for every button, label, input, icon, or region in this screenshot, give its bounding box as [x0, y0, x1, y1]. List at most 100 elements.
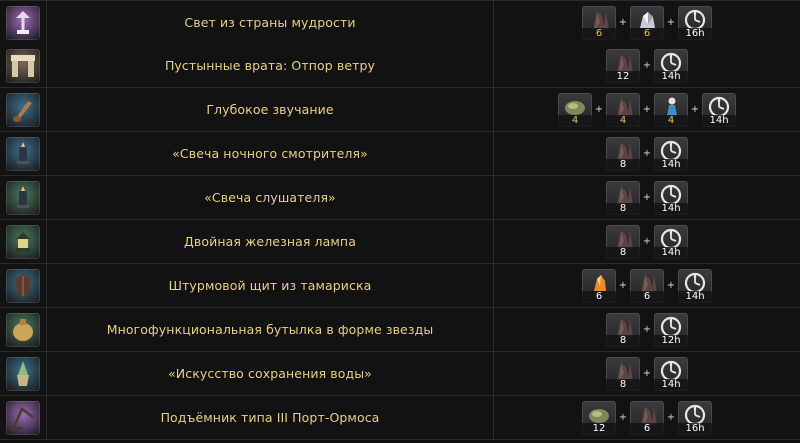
- material-quantity: 14h: [654, 246, 688, 259]
- material-slot[interactable]: 14h: [654, 48, 688, 83]
- shell-icon: [565, 100, 585, 115]
- material-slot[interactable]: 12: [606, 48, 640, 83]
- timer-icon: [684, 272, 706, 293]
- item-name: «Свеча ночного смотрителя»: [172, 146, 368, 161]
- ore-icon: [617, 141, 633, 161]
- table-row: Многофункциональная бутылка в форме звез…: [0, 308, 800, 352]
- material-slot[interactable]: 14h: [654, 180, 688, 215]
- item-icon-cell: [0, 44, 47, 87]
- plus-sign: +: [642, 368, 652, 379]
- table-row: Свет из страны мудрости 6 +6 +16h: [0, 0, 800, 45]
- timer-icon: [660, 52, 682, 73]
- table-row: «Свеча слушателя» 8 +14h: [0, 176, 800, 220]
- material-quantity: 6: [630, 290, 664, 303]
- item-name-cell: Многофункциональная бутылка в форме звез…: [47, 308, 494, 351]
- material-slot[interactable]: 8: [606, 136, 640, 171]
- material-quantity: 16h: [678, 27, 712, 40]
- bottle-icon: [6, 312, 40, 347]
- ore-icon: [617, 185, 633, 205]
- recipe-materials: 8 +14h: [494, 352, 800, 395]
- item-icon-cell: [0, 1, 47, 44]
- table-row: Двойная железная лампа 8 +14h: [0, 220, 800, 264]
- figure-icon: [667, 97, 677, 116]
- material-slot[interactable]: 14h: [678, 268, 712, 303]
- timer-icon: [660, 140, 682, 161]
- material-slot[interactable]: 8: [606, 312, 640, 347]
- plus-sign: +: [666, 280, 676, 291]
- material-quantity: 14h: [654, 202, 688, 215]
- material-quantity: 6: [582, 290, 616, 303]
- timer-icon: [660, 184, 682, 205]
- item-name-cell: «Свеча слушателя»: [47, 176, 494, 219]
- recipe-materials: 12 +6 +16h: [494, 396, 800, 439]
- shield-icon: [6, 268, 40, 303]
- ore-icon: [617, 361, 633, 381]
- material-quantity: 14h: [678, 290, 712, 303]
- ore-icon: [617, 97, 633, 117]
- material-slot[interactable]: 8: [606, 224, 640, 259]
- material-slot[interactable]: 16h: [678, 5, 712, 40]
- plus-sign: +: [618, 412, 628, 423]
- plus-sign: +: [666, 412, 676, 423]
- material-quantity: 14h: [654, 378, 688, 391]
- recipe-materials: 4 +4 +4 +14h: [494, 88, 800, 131]
- material-quantity: 16h: [678, 422, 712, 435]
- item-name: Глубокое звучание: [206, 102, 334, 117]
- timer-icon: [684, 404, 706, 425]
- item-icon-cell: [0, 176, 47, 219]
- item-icon-cell: [0, 396, 47, 439]
- item-name-cell: Глубокое звучание: [47, 88, 494, 131]
- material-slot[interactable]: 4: [558, 92, 592, 127]
- item-icon-cell: [0, 220, 47, 263]
- material-quantity: 14h: [702, 114, 736, 127]
- recipe-materials: 8 +14h: [494, 220, 800, 263]
- material-slot[interactable]: 8: [606, 356, 640, 391]
- material-slot[interactable]: 6: [630, 5, 664, 40]
- table-row: «Свеча ночного смотрителя» 8 +14h: [0, 132, 800, 176]
- horn-icon: [6, 92, 40, 127]
- recipe-materials: 12 +14h: [494, 44, 800, 87]
- plus-sign: +: [618, 280, 628, 291]
- material-slot[interactable]: 16h: [678, 400, 712, 435]
- material-quantity: 14h: [654, 158, 688, 171]
- table-row: Штурмовой щит из тамариска 6 +6 +14h: [0, 264, 800, 308]
- ore-icon: [617, 229, 633, 249]
- material-slot[interactable]: 12h: [654, 312, 688, 347]
- material-quantity: 6: [630, 27, 664, 40]
- plus-sign: +: [642, 324, 652, 335]
- material-slot[interactable]: 8: [606, 180, 640, 215]
- material-slot[interactable]: 14h: [654, 356, 688, 391]
- recipe-materials: 8 +12h: [494, 308, 800, 351]
- item-name-cell: Пустынные врата: Отпор ветру: [47, 44, 494, 87]
- item-name: Свет из страны мудрости: [184, 15, 356, 30]
- material-quantity: 8: [606, 378, 640, 391]
- material-slot[interactable]: 6: [630, 400, 664, 435]
- material-quantity: 6: [630, 422, 664, 435]
- recipe-materials: 6 +6 +14h: [494, 264, 800, 307]
- material-slot[interactable]: 12: [582, 400, 616, 435]
- material-quantity: 12: [582, 422, 616, 435]
- shell-icon: [589, 408, 609, 423]
- item-name: «Свеча слушателя»: [204, 190, 336, 205]
- material-slot[interactable]: 6: [582, 268, 616, 303]
- material-quantity: 6: [582, 27, 616, 40]
- material-slot[interactable]: 14h: [654, 136, 688, 171]
- material-quantity: 4: [654, 114, 688, 127]
- material-slot[interactable]: 4: [654, 92, 688, 127]
- arch-gate-icon: [6, 48, 40, 83]
- item-icon-cell: [0, 308, 47, 351]
- plus-sign: +: [642, 192, 652, 203]
- recipe-materials: 8 +14h: [494, 176, 800, 219]
- material-quantity: 8: [606, 202, 640, 215]
- lamp-icon: [6, 5, 40, 40]
- material-slot[interactable]: 4: [606, 92, 640, 127]
- material-slot[interactable]: 6: [630, 268, 664, 303]
- item-icon-cell: [0, 352, 47, 395]
- material-slot[interactable]: 14h: [654, 224, 688, 259]
- plus-sign: +: [642, 236, 652, 247]
- fire-crystal-icon: [594, 274, 606, 291]
- plus-sign: +: [666, 17, 676, 28]
- material-slot[interactable]: 6: [582, 5, 616, 40]
- item-name-cell: Свет из страны мудрости: [47, 1, 494, 44]
- material-slot[interactable]: 14h: [702, 92, 736, 127]
